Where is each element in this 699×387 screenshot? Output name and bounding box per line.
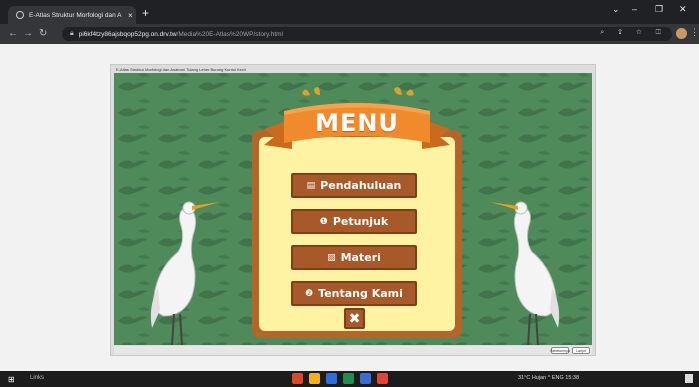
chrome-icon[interactable] bbox=[377, 373, 388, 384]
story-title: E-Atlas Struktur Morfologi dan Anatomi T… bbox=[116, 67, 246, 72]
address-bar[interactable]: 🔒︎ pi6kf4tzy86ajsbqop52pg.on.drv.tw /Med… bbox=[62, 27, 672, 41]
app-icon[interactable] bbox=[292, 373, 303, 384]
browser-chrome: E-Atlas Struktur Morfologi dan A × + ⌄ –… bbox=[0, 0, 699, 44]
more-menu-icon[interactable]: ⋮ bbox=[690, 27, 699, 38]
heron-right-illustration bbox=[490, 201, 560, 345]
excel-icon[interactable] bbox=[343, 373, 354, 384]
tentang-kami-button[interactable]: ❷ Tentang Kami bbox=[291, 281, 417, 306]
menu-ribbon: MENU bbox=[262, 85, 452, 155]
reload-icon[interactable]: ↻ bbox=[39, 28, 47, 39]
heron-left-illustration bbox=[150, 201, 220, 345]
os-taskbar: ⊞ Links 31°C Hujan ^ ENG 15:38 bbox=[0, 371, 699, 387]
info-icon: ❶ bbox=[319, 216, 328, 227]
menu-panel bbox=[252, 130, 462, 338]
new-tab-button[interactable]: + bbox=[142, 6, 149, 20]
tab-title: E-Atlas Struktur Morfologi dan A bbox=[29, 11, 122, 19]
url-path: /Media%20E-Atlas%20WP/story.html bbox=[176, 30, 283, 38]
book-icon: ▤ bbox=[306, 180, 316, 191]
window-close-button[interactable]: ✕ bbox=[679, 4, 687, 15]
tab-favicon-icon bbox=[16, 11, 24, 19]
petunjuk-button[interactable]: ❶ Petunjuk bbox=[291, 209, 417, 234]
maximize-button[interactable]: ❐ bbox=[655, 4, 663, 15]
story-frame: E-Atlas Struktur Morfologi dan Anatomi T… bbox=[110, 64, 596, 356]
previous-slide-button[interactable]: Sebelumnya bbox=[550, 347, 570, 354]
notification-icon[interactable] bbox=[685, 374, 693, 383]
taskbar-apps bbox=[292, 373, 388, 384]
materi-button[interactable]: ▧ Materi bbox=[291, 245, 417, 270]
pendahuluan-label: Pendahuluan bbox=[320, 179, 402, 192]
chevron-down-icon[interactable]: ⌄ bbox=[612, 4, 620, 15]
document-icon: ▧ bbox=[327, 252, 336, 263]
close-menu-button[interactable]: ✖ bbox=[344, 308, 365, 329]
tab-active[interactable]: E-Atlas Struktur Morfologi dan A × bbox=[8, 6, 136, 24]
pendahuluan-button[interactable]: ▤ Pendahuluan bbox=[291, 173, 417, 198]
page-viewport: E-Atlas Struktur Morfologi dan Anatomi T… bbox=[0, 44, 699, 371]
back-arrow-icon[interactable]: ← bbox=[8, 28, 18, 39]
forward-arrow-icon[interactable]: → bbox=[23, 28, 33, 39]
question-icon: ❷ bbox=[305, 288, 314, 299]
petunjuk-label: Petunjuk bbox=[332, 215, 389, 228]
profile-avatar[interactable] bbox=[676, 28, 687, 39]
windows-start-icon[interactable]: ⊞ bbox=[8, 375, 15, 384]
taskbar-search[interactable]: Links bbox=[30, 375, 44, 381]
menu-title: MENU bbox=[315, 109, 399, 137]
slide-stage: MENU ▤ Pendahuluan ❶ Petunjuk ▧ Materi ❷… bbox=[114, 73, 592, 345]
omnibox-action-icons[interactable]: ⌕ ⇪ ☆ ◫ bbox=[600, 29, 667, 37]
story-player-bar: Sebelumnya Lanjut bbox=[114, 346, 592, 355]
next-slide-button[interactable]: Lanjut bbox=[572, 347, 590, 354]
tab-bar: E-Atlas Struktur Morfologi dan A × + ⌄ –… bbox=[0, 0, 699, 24]
materi-label: Materi bbox=[340, 251, 381, 264]
word-icon[interactable] bbox=[326, 373, 337, 384]
tentang-kami-label: Tentang Kami bbox=[318, 287, 403, 300]
url-host: pi6kf4tzy86ajsbqop52pg.on.drv.tw bbox=[78, 30, 177, 38]
minimize-button[interactable]: – bbox=[632, 4, 637, 14]
folder-icon[interactable] bbox=[309, 373, 320, 384]
tab-close-icon[interactable]: × bbox=[128, 11, 133, 20]
address-toolbar: ← → ↻ 🔒︎ pi6kf4tzy86ajsbqop52pg.on.drv.t… bbox=[0, 24, 699, 44]
store-icon[interactable] bbox=[360, 373, 371, 384]
system-tray: 31°C Hujan ^ ENG 15:38 bbox=[518, 375, 580, 381]
lock-icon: 🔒︎ bbox=[70, 30, 74, 37]
